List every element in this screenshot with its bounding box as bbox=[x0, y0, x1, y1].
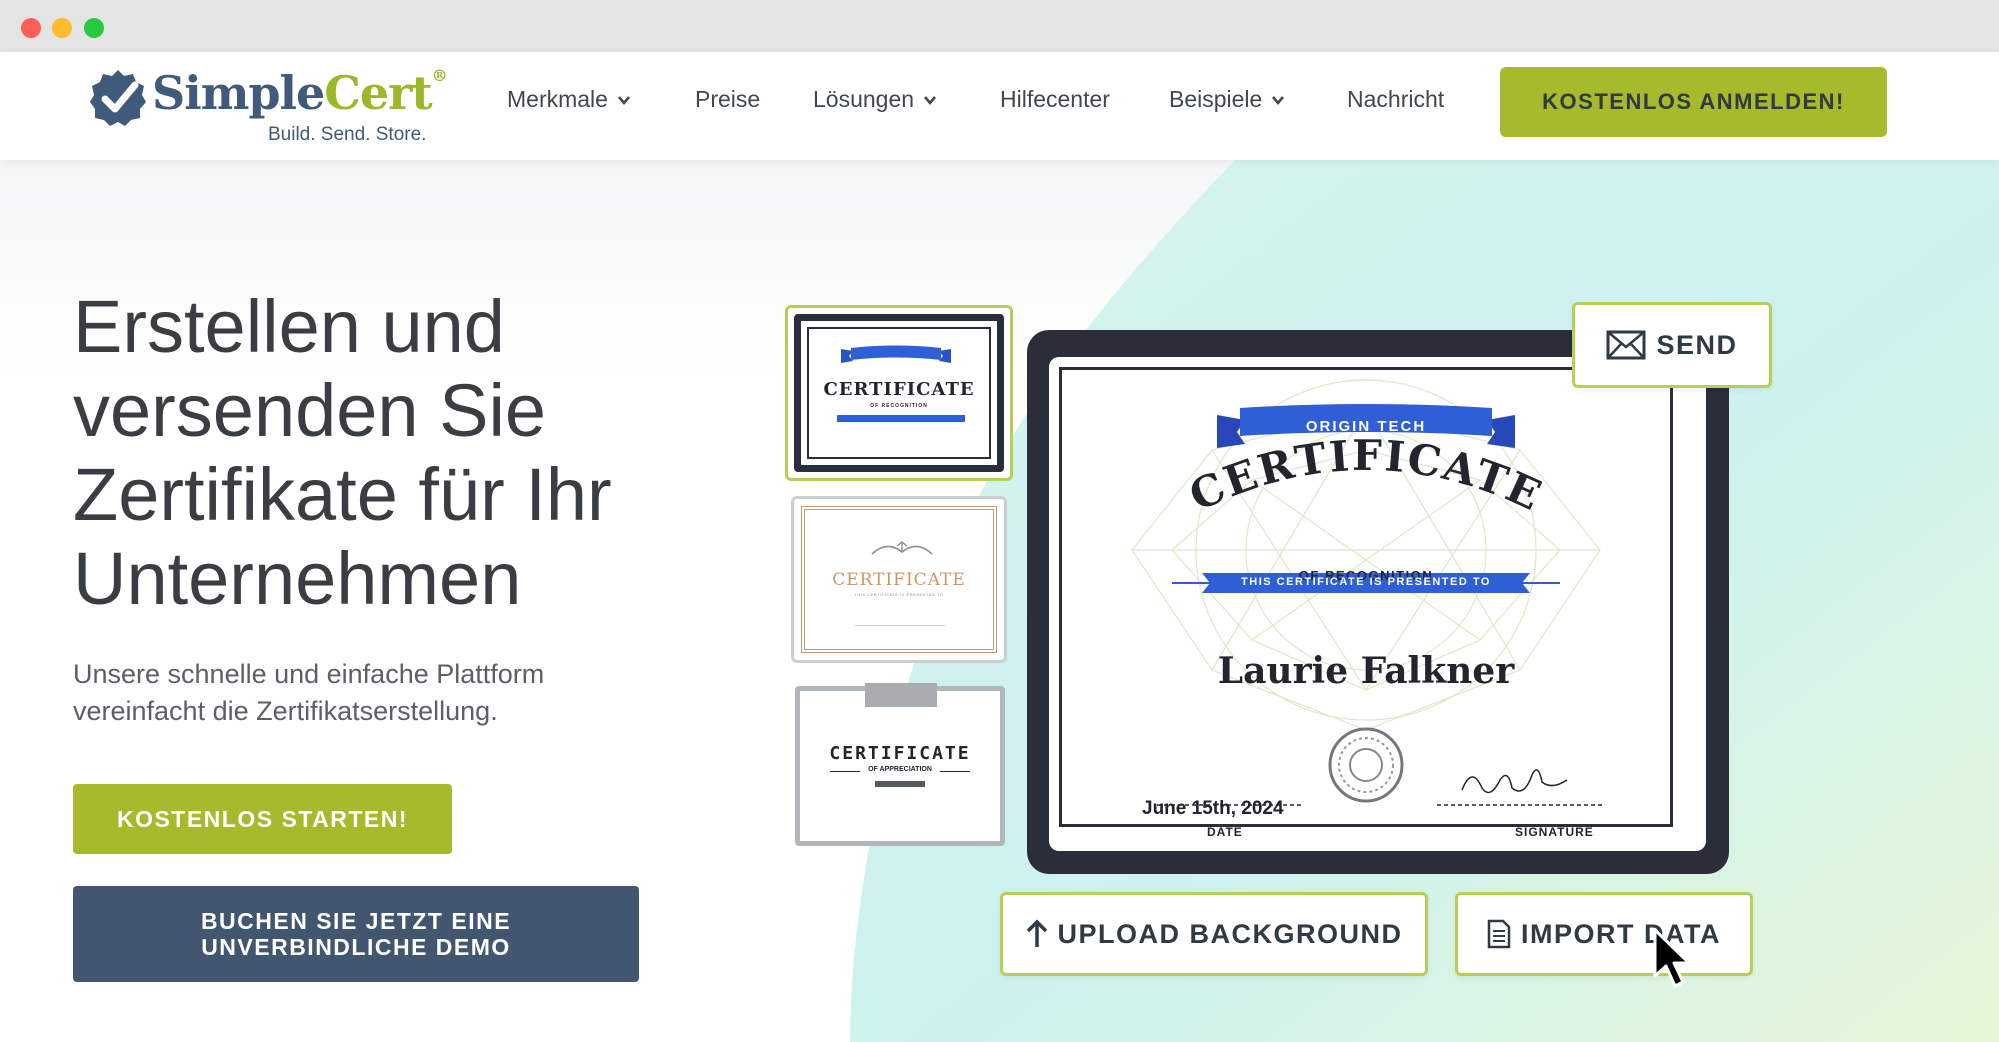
thumbnail-subtitle: THIS CERTIFICATE IS PRESENTED TO bbox=[854, 592, 944, 597]
upload-background-button[interactable]: UPLOAD BACKGROUND bbox=[1000, 892, 1428, 976]
nav-item-label: Nachricht bbox=[1347, 86, 1445, 112]
nav-item-label: Lösungen bbox=[813, 86, 915, 112]
signature-label: SIGNATURE bbox=[1515, 825, 1594, 839]
certificate-presented: THIS CERTIFICATE IS PRESENTED TO bbox=[1241, 576, 1491, 588]
thumbnail-subtitle: OF RECOGNITION bbox=[870, 403, 928, 409]
send-button[interactable]: SEND bbox=[1572, 302, 1772, 388]
book-demo-button[interactable]: BUCHEN SIE JETZT EINE UNVERBINDLICHE DEM… bbox=[73, 886, 639, 982]
thumbnail-title: CERTIFICATE bbox=[823, 379, 975, 400]
recipient-name: Laurie Falkner bbox=[1217, 650, 1515, 692]
hero-headline: Erstellen und versenden Sie Zertifikate … bbox=[73, 285, 612, 620]
template-thumbnail-ornate[interactable]: CERTIFICATE THIS CERTIFICATE IS PRESENTE… bbox=[791, 496, 1007, 663]
hero-subheading: Unsere schnelle und einfache Plattform v… bbox=[73, 659, 545, 726]
maximize-window-button[interactable] bbox=[84, 18, 104, 38]
nav-item-preise[interactable]: Preise bbox=[695, 86, 760, 113]
nav-item-hilfecenter[interactable]: Hilfecenter bbox=[1000, 86, 1110, 113]
book-demo-line-2: UNVERBINDLICHE DEMO bbox=[201, 934, 511, 960]
thumbnail-frame: CERTIFICATE THIS CERTIFICATE IS PRESENTE… bbox=[801, 506, 997, 653]
document-icon bbox=[1487, 919, 1511, 949]
close-window-button[interactable] bbox=[21, 18, 41, 38]
nav-item-label: Preise bbox=[695, 86, 761, 112]
certificate-border: CERTIFICATE ORIGIN TECH OF RECOGNITION T… bbox=[1059, 367, 1673, 839]
minimize-window-button[interactable] bbox=[52, 18, 72, 38]
thumbnail-title: CERTIFICATE bbox=[829, 743, 971, 764]
simplecert-logo[interactable]: SimpleCert® Build. Send. Store. bbox=[88, 60, 448, 150]
certificate-org: ORIGIN TECH bbox=[1305, 418, 1427, 435]
import-data-button[interactable]: IMPORT DATA bbox=[1455, 892, 1753, 976]
thumbnail-frame: CERTIFICATE OF RECOGNITION bbox=[794, 314, 1004, 472]
ribbon-banner-icon bbox=[841, 345, 951, 363]
start-free-button[interactable]: KOSTENLOS STARTEN! bbox=[73, 784, 452, 854]
nav-item-label: Merkmale bbox=[507, 86, 608, 112]
chevron-down-icon bbox=[617, 95, 630, 105]
nav-item-beispiele[interactable]: Beispiele bbox=[1169, 86, 1285, 113]
chevron-down-icon bbox=[1272, 95, 1285, 105]
envelope-icon bbox=[1606, 330, 1646, 360]
certificate-date: June 15th, 2024 bbox=[1142, 798, 1284, 819]
mouse-cursor-icon bbox=[1653, 928, 1691, 988]
clipboard-clip bbox=[865, 683, 937, 707]
book-demo-line-1: BUCHEN SIE JETZT EINE bbox=[200, 908, 512, 934]
ornament-icon bbox=[871, 541, 933, 555]
logo-tagline: Build. Send. Store. bbox=[268, 124, 427, 145]
chevron-down-icon bbox=[924, 95, 937, 105]
date-label: DATE bbox=[1207, 825, 1243, 839]
send-label: SEND bbox=[1656, 329, 1738, 360]
nav-item-label: Beispiele bbox=[1169, 86, 1263, 112]
nav-item-label: Hilfecenter bbox=[1000, 86, 1110, 112]
check-badge-icon bbox=[90, 70, 146, 126]
logo-wordmark: SimpleCert® bbox=[152, 66, 448, 120]
arrow-up-icon bbox=[1026, 919, 1047, 947]
signature-scribble bbox=[1461, 769, 1568, 794]
signup-button[interactable]: KOSTENLOS ANMELDEN! bbox=[1500, 67, 1887, 137]
window-titlebar bbox=[0, 0, 1999, 52]
tablet-mockup: CERTIFICATE ORIGIN TECH OF RECOGNITION T… bbox=[1027, 330, 1729, 874]
nav-item-merkmale[interactable]: Merkmale bbox=[507, 86, 630, 113]
top-navigation: SimpleCert® Build. Send. Store. Merkmale… bbox=[0, 52, 1999, 160]
certificate-preview: CERTIFICATE ORIGIN TECH OF RECOGNITION T… bbox=[1049, 357, 1706, 851]
thumbnail-title: CERTIFICATE bbox=[832, 570, 966, 590]
nav-item-nachricht[interactable]: Nachricht bbox=[1347, 86, 1444, 113]
template-thumbnail-appreciation[interactable]: CERTIFICATE OF APPRECIATION bbox=[795, 683, 1005, 846]
upload-label: UPLOAD BACKGROUND bbox=[1057, 918, 1403, 949]
certificate-pattern: CERTIFICATE bbox=[1131, 379, 1602, 806]
template-thumbnail-recognition[interactable]: CERTIFICATE OF RECOGNITION bbox=[785, 305, 1013, 481]
nav-item-loesungen[interactable]: Lösungen bbox=[813, 86, 937, 113]
